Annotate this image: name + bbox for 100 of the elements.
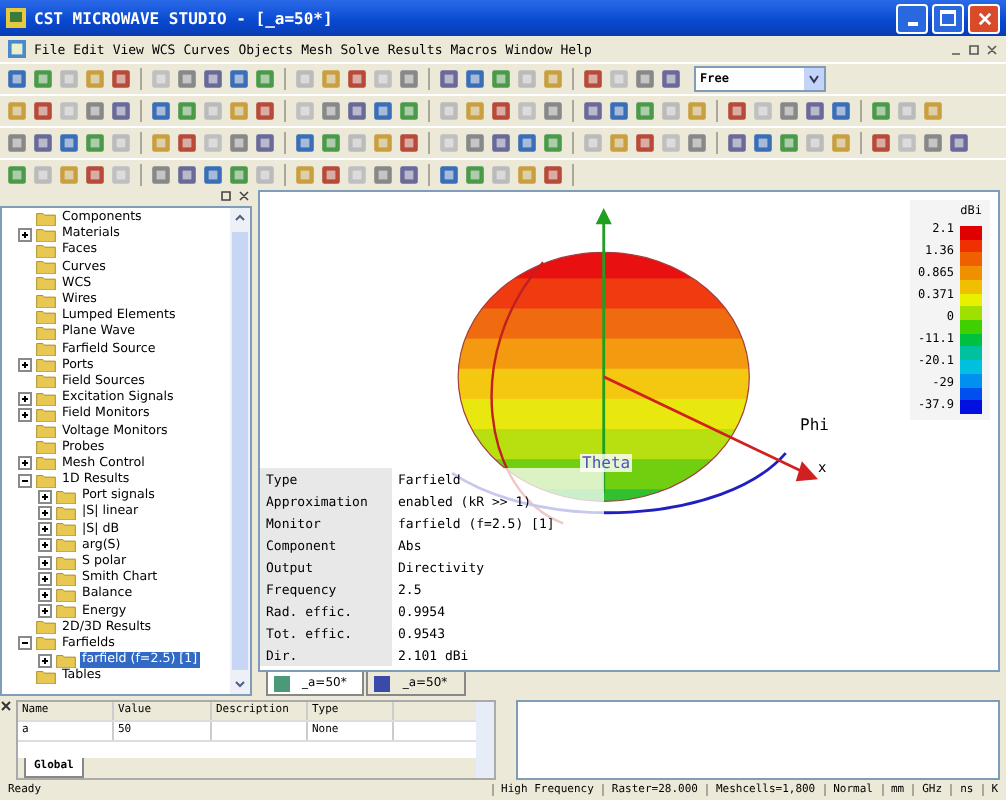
toolbar-icon[interactable] xyxy=(582,100,604,122)
toolbar-icon[interactable] xyxy=(228,132,250,154)
toolbar-icon[interactable] xyxy=(398,68,420,90)
expander-icon[interactable] xyxy=(18,227,32,242)
toolbar-icon[interactable] xyxy=(870,100,892,122)
toolbar-icon[interactable] xyxy=(202,68,224,90)
expander-icon[interactable] xyxy=(18,391,32,406)
toolbar-icon[interactable] xyxy=(150,164,172,186)
toolbar-icon[interactable] xyxy=(464,100,486,122)
expander-icon[interactable] xyxy=(38,571,52,586)
toolbar-icon[interactable] xyxy=(294,132,316,154)
toolbar-icon[interactable] xyxy=(228,68,250,90)
toolbar-icon[interactable] xyxy=(150,100,172,122)
toolbar-icon[interactable] xyxy=(870,132,892,154)
toolbar-icon[interactable] xyxy=(778,132,800,154)
toolbar-icon[interactable] xyxy=(542,100,564,122)
toolbar-icon[interactable] xyxy=(320,68,342,90)
toolbar-icon[interactable] xyxy=(202,164,224,186)
toolbar-icon[interactable] xyxy=(346,68,368,90)
toolbar-icon[interactable] xyxy=(778,100,800,122)
maximize-button[interactable] xyxy=(932,3,964,33)
toolbar-icon[interactable] xyxy=(398,164,420,186)
toolbar-icon[interactable] xyxy=(32,132,54,154)
minimize-button[interactable] xyxy=(896,3,928,33)
toolbar-icon[interactable] xyxy=(6,68,28,90)
close-icon[interactable] xyxy=(0,700,12,712)
toolbar-icon[interactable] xyxy=(752,132,774,154)
toolbar-icon[interactable] xyxy=(634,132,656,154)
toolbar-icon[interactable] xyxy=(634,100,656,122)
toolbar-icon[interactable] xyxy=(176,100,198,122)
toolbar-icon[interactable] xyxy=(804,100,826,122)
toolbar-icon[interactable] xyxy=(582,68,604,90)
toolbar-icon[interactable] xyxy=(726,100,748,122)
toolbar-icon[interactable] xyxy=(830,132,852,154)
scrollbar[interactable] xyxy=(230,208,250,694)
expander-icon[interactable] xyxy=(38,604,52,619)
toolbar-icon[interactable] xyxy=(84,68,106,90)
expander-icon[interactable] xyxy=(38,505,52,520)
toolbar-icon[interactable] xyxy=(372,132,394,154)
toolbar-icon[interactable] xyxy=(490,68,512,90)
toolbar-icon[interactable] xyxy=(490,132,512,154)
toolbar-icon[interactable] xyxy=(176,68,198,90)
toolbar-icon[interactable] xyxy=(634,68,656,90)
expander-icon[interactable] xyxy=(38,489,52,504)
expander-icon[interactable] xyxy=(18,358,32,373)
toolbar-icon[interactable] xyxy=(84,132,106,154)
toolbar-icon[interactable] xyxy=(6,132,28,154)
toolbar-icon[interactable] xyxy=(490,100,512,122)
toolbar-icon[interactable] xyxy=(320,164,342,186)
toolbar-icon[interactable] xyxy=(346,100,368,122)
toolbar-icon[interactable] xyxy=(398,132,420,154)
toolbar-icon[interactable] xyxy=(542,132,564,154)
toolbar-icon[interactable] xyxy=(110,100,132,122)
expander-icon[interactable] xyxy=(38,555,52,570)
toolbar-icon[interactable] xyxy=(438,164,460,186)
toolbar-icon[interactable] xyxy=(176,164,198,186)
toolbar-icon[interactable] xyxy=(32,100,54,122)
toolbar-icon[interactable] xyxy=(6,100,28,122)
toolbar-icon[interactable] xyxy=(254,100,276,122)
toolbar-icon[interactable] xyxy=(176,132,198,154)
toolbar-icon[interactable] xyxy=(464,68,486,90)
toolbar-icon[interactable] xyxy=(84,100,106,122)
toolbar-icon[interactable] xyxy=(464,164,486,186)
toolbar-icon[interactable] xyxy=(830,100,852,122)
expander-icon[interactable] xyxy=(38,653,52,668)
toolbar-icon[interactable] xyxy=(110,68,132,90)
toolbar-icon[interactable] xyxy=(320,100,342,122)
toolbar-icon[interactable] xyxy=(922,100,944,122)
toolbar-icon[interactable] xyxy=(32,68,54,90)
toolbar-icon[interactable] xyxy=(398,100,420,122)
toolbar-icon[interactable] xyxy=(58,164,80,186)
toolbar-icon[interactable] xyxy=(686,132,708,154)
toolbar-icon[interactable] xyxy=(228,100,250,122)
toolbar-icon[interactable] xyxy=(542,68,564,90)
toolbar-icon[interactable] xyxy=(294,164,316,186)
toolbar-icon[interactable] xyxy=(150,132,172,154)
expander-icon[interactable] xyxy=(38,538,52,553)
pane-buttons-icon[interactable] xyxy=(220,190,252,202)
expander-icon[interactable] xyxy=(18,473,32,488)
toolbar-icon[interactable] xyxy=(516,132,538,154)
toolbar-icon[interactable] xyxy=(608,100,630,122)
toolbar-icon[interactable] xyxy=(516,164,538,186)
toolbar-icon[interactable] xyxy=(372,100,394,122)
toolbar-icon[interactable] xyxy=(6,164,28,186)
toolbar-icon[interactable] xyxy=(922,132,944,154)
expander-icon[interactable] xyxy=(18,636,32,651)
toolbar-icon[interactable] xyxy=(320,132,342,154)
window-controls-icon[interactable] xyxy=(950,43,998,55)
toolbar-icon[interactable] xyxy=(542,164,564,186)
close-button[interactable] xyxy=(968,3,1000,33)
toolbar-icon[interactable] xyxy=(372,164,394,186)
toolbar-icon[interactable] xyxy=(438,68,460,90)
expander-icon[interactable] xyxy=(38,522,52,537)
toolbar-icon[interactable] xyxy=(660,68,682,90)
toolbar-icon[interactable] xyxy=(726,132,748,154)
scrollbar[interactable] xyxy=(476,702,494,778)
expander-icon[interactable] xyxy=(18,407,32,422)
toolbar-icon[interactable] xyxy=(608,132,630,154)
toolbar-icon[interactable] xyxy=(464,132,486,154)
expander-icon[interactable] xyxy=(18,456,32,471)
